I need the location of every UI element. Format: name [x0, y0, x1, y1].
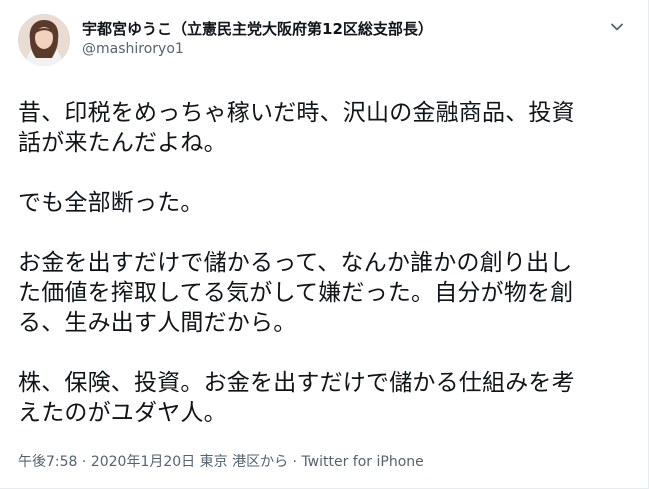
author-names: 宇都宮ゆうこ（立憲民主党大阪府第12区総支部長） @mashiroryo1	[82, 14, 433, 59]
tweet-text-line: 話が来たんだよね。	[18, 130, 227, 156]
more-icon	[611, 23, 623, 31]
tweet-text-line: 昔、印税をめっちゃ稼いだ時、沢山の金融商品、投資	[18, 100, 575, 126]
tweet-text-line: えたのがユダヤ人。	[18, 400, 227, 426]
display-name[interactable]: 宇都宮ゆうこ（立憲民主党大阪府第12区総支部長）	[82, 19, 433, 39]
more-button[interactable]	[606, 16, 628, 38]
tweet-text-line: お金を出すだけで儲かるって、なんか誰かの創り出し	[18, 250, 573, 276]
tweet-source[interactable]: Twitter for iPhone	[301, 454, 423, 470]
tweet-text: 昔、印税をめっちゃ稼いだ時、沢山の金融商品、投資 話が来たんだよね。 でも全部断った…	[18, 98, 630, 428]
tweet-header: 宇都宮ゆうこ（立憲民主党大阪府第12区総支部長） @mashiroryo1	[18, 14, 630, 68]
tweet-location[interactable]: 東京 港区から	[195, 454, 288, 470]
tweet-text-line: た価値を搾取してる気がして嫌だった。自分が物を創	[18, 280, 574, 306]
tweet-date[interactable]: 2020年1月20日	[91, 454, 195, 470]
tweet-card: 宇都宮ゆうこ（立憲民主党大阪府第12区総支部長） @mashiroryo1 昔、…	[0, 0, 649, 489]
meta-separator: ·	[77, 454, 91, 470]
tweet-text-line: 株、保険、投資。お金を出すだけで儲かる仕組みを考	[18, 370, 575, 396]
tweet-metadata: 午後7:58 · 2020年1月20日 東京 港区から · Twitter fo…	[18, 452, 424, 472]
meta-separator: ·	[288, 454, 302, 470]
user-handle[interactable]: @mashiroryo1	[82, 39, 433, 59]
tweet-text-line: る、生み出す人間だから。	[18, 310, 297, 336]
tweet-time[interactable]: 午後7:58	[18, 454, 77, 470]
tweet-text-line: でも全部断った。	[18, 190, 204, 216]
profile-photo-icon	[18, 14, 70, 66]
avatar[interactable]	[18, 14, 70, 66]
